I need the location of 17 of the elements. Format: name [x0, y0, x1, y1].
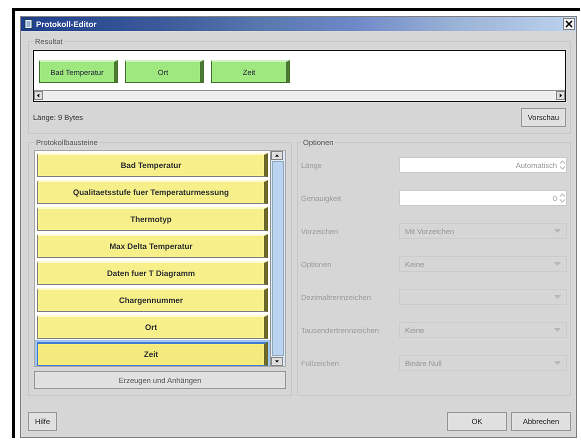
block-list-item[interactable]: Qualitaetsstufe fuer Temperaturmessung — [37, 180, 268, 204]
scroll-up-icon[interactable] — [271, 151, 283, 160]
scroll-right-icon[interactable] — [556, 91, 565, 100]
block-list-item[interactable]: Ort — [37, 315, 268, 339]
close-icon[interactable] — [563, 18, 575, 30]
scroll-down-icon[interactable] — [271, 357, 283, 366]
window-title: Protokoll-Editor — [36, 20, 96, 28]
scroll-left-icon[interactable] — [34, 91, 43, 100]
block-list-item[interactable]: Daten fuer T Diagramm — [37, 261, 268, 285]
block-list-item[interactable]: Max Delta Temperatur — [37, 234, 268, 258]
vertical-scrollbar[interactable] — [270, 151, 285, 366]
scroll-thumb[interactable] — [272, 161, 284, 356]
block-list-item[interactable]: Thermotyp — [37, 207, 268, 231]
app-icon — [24, 19, 33, 29]
block-list-item[interactable]: Bad Temperatur — [37, 153, 268, 177]
block-list-item[interactable]: Zeit — [37, 342, 268, 366]
block-list-item[interactable]: Chargennummer — [37, 288, 268, 312]
